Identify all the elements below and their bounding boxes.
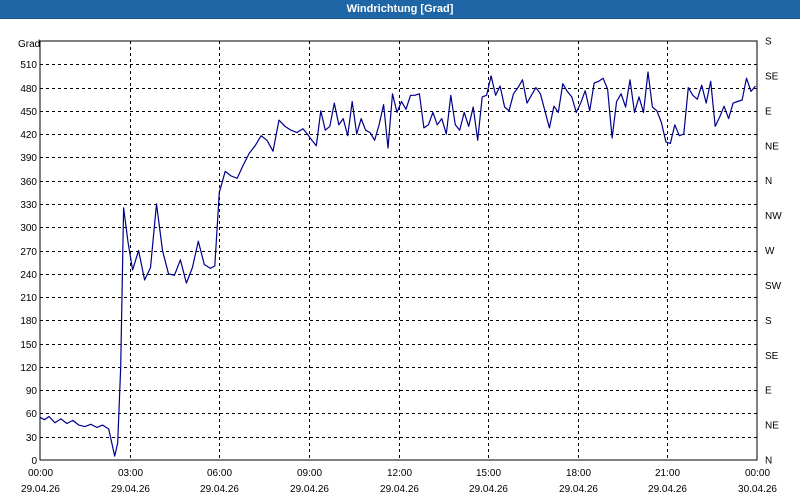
x-tick-time: 00:00 bbox=[745, 468, 770, 479]
x-tick-time: 21:00 bbox=[655, 468, 680, 479]
y-tick-label: 480 bbox=[20, 84, 37, 95]
y2-tick-label: N bbox=[765, 456, 772, 467]
x-tick-date: 29.04.26 bbox=[111, 484, 150, 495]
wind-direction-chart: 0 30 60 90 120 150 180 210 240 270 300 330 360 390 420… bbox=[0, 19, 800, 500]
x-tick-date: 29.04.26 bbox=[200, 484, 239, 495]
y2-tick-label: NW bbox=[765, 211, 782, 222]
y2-tick-label: N bbox=[765, 176, 772, 187]
y-axis-label: Grad bbox=[18, 39, 40, 50]
y-tick-label: 420 bbox=[20, 130, 37, 141]
x-tick-date: 29.04.26 bbox=[469, 484, 508, 495]
x-tick-date: 29.04.26 bbox=[648, 484, 687, 495]
chart-title-bar: Windrichtung [Grad] bbox=[0, 0, 800, 19]
y-tick-label: 120 bbox=[20, 363, 37, 374]
y-tick-label: 90 bbox=[26, 386, 38, 397]
y-tick-label: 60 bbox=[26, 409, 38, 420]
x-tick-time: 00:00 bbox=[28, 468, 53, 479]
y-tick-label: 450 bbox=[20, 107, 37, 118]
y2-tick-label: S bbox=[765, 316, 772, 327]
chart-title: Windrichtung [Grad] bbox=[346, 3, 454, 15]
y-tick-label: 360 bbox=[20, 177, 37, 188]
y-tick-label: 300 bbox=[20, 223, 37, 234]
y-tick-label: 390 bbox=[20, 153, 37, 164]
x-tick-date: 30.04.26 bbox=[738, 484, 777, 495]
y2-tick-label: SE bbox=[765, 351, 779, 362]
x-tick-date: 29.04.26 bbox=[290, 484, 329, 495]
y-tick-label: 30 bbox=[26, 433, 38, 444]
x-tick-time: 09:00 bbox=[297, 468, 322, 479]
x-tick-time: 03:00 bbox=[118, 468, 143, 479]
y-tick-label: 180 bbox=[20, 316, 37, 327]
y2-tick-label: E bbox=[765, 106, 772, 117]
y2-tick-label: NE bbox=[765, 421, 779, 432]
x-tick-time: 12:00 bbox=[387, 468, 412, 479]
y-tick-label: 510 bbox=[20, 60, 37, 71]
y2-tick-label: W bbox=[765, 246, 775, 257]
y-tick-label: 210 bbox=[20, 293, 37, 304]
x-tick-date: 29.04.26 bbox=[559, 484, 598, 495]
y-tick-label: 330 bbox=[20, 200, 37, 211]
x-tick-date: 29.04.26 bbox=[21, 484, 60, 495]
y2-tick-label: E bbox=[765, 386, 772, 397]
y-tick-label: 150 bbox=[20, 340, 37, 351]
y2-tick-label: NE bbox=[765, 141, 779, 152]
y2-tick-label: SE bbox=[765, 71, 779, 82]
y-tick-label: 0 bbox=[31, 456, 37, 467]
y2-tick-label: SW bbox=[765, 281, 782, 292]
x-tick-time: 06:00 bbox=[207, 468, 232, 479]
y-tick-label: 270 bbox=[20, 247, 37, 258]
y2-tick-label: S bbox=[765, 37, 772, 48]
x-tick-time: 15:00 bbox=[476, 468, 501, 479]
y-tick-label: 240 bbox=[20, 270, 37, 281]
x-tick-date: 29.04.26 bbox=[380, 484, 419, 495]
x-tick-time: 18:00 bbox=[566, 468, 591, 479]
